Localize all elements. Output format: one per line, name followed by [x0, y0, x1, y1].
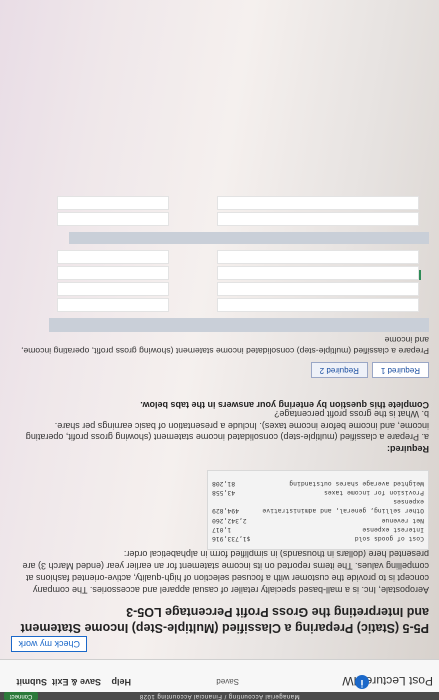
required-label: Required: [386, 444, 429, 454]
data-row: Interest expense 1,017 [212, 525, 424, 534]
brand-strip: Managerial Accounting / Financial Accoun… [0, 692, 439, 700]
submit-button[interactable]: Submit [17, 677, 48, 687]
tab-required-2[interactable]: Required 2 [310, 362, 368, 378]
worksheet-input[interactable] [217, 196, 419, 210]
worksheet-input[interactable] [57, 196, 169, 210]
required-a: a. Prepare a classified (multiple-step) … [25, 421, 429, 443]
brand-strip-text: Managerial Accounting / Financial Accoun… [139, 693, 300, 699]
saved-status: Saved [216, 677, 239, 686]
question-title: P5-5 (Static) Preparing a Classified (Mu… [20, 605, 429, 635]
worksheet-input[interactable] [217, 282, 419, 296]
photo-stage: Managerial Accounting / Financial Accoun… [0, 0, 439, 700]
data-label: Interest expense [362, 525, 424, 534]
help-button[interactable]: Help [111, 677, 131, 687]
tab-required-1[interactable]: Required 1 [371, 362, 429, 378]
required-tabs: Required 1 Required 2 [310, 362, 429, 378]
top-bar: Managerial Accounting / Financial Accoun… [0, 659, 439, 700]
data-value: 2,342,260 [212, 516, 247, 525]
data-label: Cost of goods sold [354, 535, 424, 543]
worksheet-input[interactable] [57, 282, 169, 296]
data-value: 81,208 [212, 479, 236, 488]
worksheet-header-row [49, 318, 429, 332]
data-value: $1,733,916 [212, 535, 251, 543]
income-data-table: Cost of goods sold $1,733,916 Interest e… [212, 479, 424, 543]
income-statement-worksheet [9, 0, 429, 340]
required-section: Required: a. Prepare a classified (multi… [9, 408, 429, 455]
data-value: 43,558 [212, 488, 236, 497]
data-row: Net revenue 2,342,260 [212, 515, 424, 525]
data-row: Weighted average shares outstanding 81,2… [212, 479, 424, 488]
question-intro: Aeropostale, Inc. is a mall-based specia… [22, 549, 429, 595]
correct-mark-icon [419, 270, 421, 280]
worksheet-band [69, 232, 429, 244]
check-my-work-button[interactable]: Check my work [11, 636, 87, 652]
complete-instructions: Complete this question by entering your … [140, 400, 429, 410]
data-label: Provision for income taxes [323, 488, 424, 497]
data-row: Cost of goods sold $1,733,916 [212, 534, 424, 543]
data-label: Net revenue [381, 516, 424, 525]
income-data-box: Cost of goods sold $1,733,916 Interest e… [207, 470, 429, 550]
data-value: 494,829 [212, 507, 239, 516]
connect-button[interactable]: Connect [4, 692, 39, 700]
data-label: Weighted average shares outstanding [289, 479, 424, 488]
worksheet-input[interactable] [57, 250, 169, 264]
assignment-page: Managerial Accounting / Financial Accoun… [0, 0, 439, 700]
worksheet-input[interactable] [57, 266, 169, 280]
data-label: Other selling, general, and administrati… [262, 498, 424, 516]
data-row: Other selling, general, and administrati… [212, 497, 424, 515]
data-value: 1,017 [212, 525, 232, 534]
worksheet-input[interactable] [217, 212, 419, 226]
worksheet-input[interactable] [57, 298, 169, 312]
data-row: Provision for income taxes 43,558 [212, 488, 424, 497]
worksheet-input[interactable] [57, 212, 169, 226]
worksheet-input[interactable] [217, 250, 419, 264]
worksheet-input[interactable] [217, 266, 419, 280]
worksheet-input[interactable] [217, 298, 419, 312]
info-icon[interactable]: i [355, 675, 369, 689]
save-exit-button[interactable]: Save & Exit [52, 677, 101, 687]
